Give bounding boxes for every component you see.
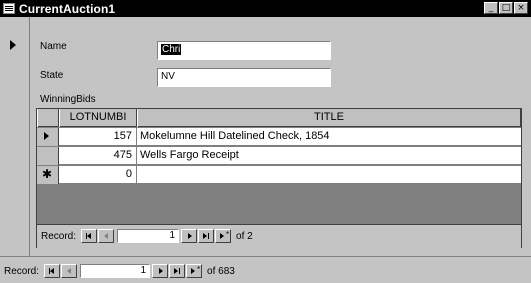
- lotnumber-cell[interactable]: 475: [59, 147, 137, 164]
- main-previous-record-button[interactable]: [61, 264, 78, 278]
- main-navigation-bar: Record: 1 * of 683: [0, 256, 531, 283]
- previous-record-button[interactable]: [98, 229, 115, 243]
- title-bar[interactable]: CurrentAuction1 _ □ ×: [0, 0, 531, 17]
- first-record-icon: [87, 233, 92, 239]
- title-cell[interactable]: Mokelumne Hill Datelined Check, 1854: [137, 128, 521, 145]
- previous-record-icon: [104, 233, 109, 239]
- grid-header: LOTNUMBI TITLE: [37, 109, 521, 127]
- window-title: CurrentAuction1: [19, 1, 116, 16]
- next-record-button[interactable]: [181, 229, 198, 243]
- form-icon[interactable]: [3, 3, 15, 14]
- subform-label: WinningBids: [40, 94, 96, 105]
- winning-bids-subform[interactable]: LOTNUMBI TITLE 157 Mokelumne Hill Dateli…: [36, 108, 522, 248]
- current-row-arrow-icon: [44, 132, 49, 140]
- next-record-icon: [188, 233, 193, 239]
- main-first-record-button[interactable]: [44, 264, 61, 278]
- name-label: Name: [40, 41, 67, 52]
- first-record-button[interactable]: [81, 229, 98, 243]
- previous-record-icon: [67, 268, 72, 274]
- new-record-button[interactable]: *: [215, 229, 232, 243]
- maximize-button[interactable]: □: [499, 2, 513, 14]
- record-selector[interactable]: [0, 17, 30, 256]
- state-field[interactable]: NV: [157, 68, 331, 87]
- lotnumber-cell[interactable]: 0: [59, 166, 137, 183]
- form-window: CurrentAuction1 _ □ × Name Chri State NV…: [0, 0, 531, 283]
- row-selector[interactable]: [37, 147, 59, 165]
- main-last-record-button[interactable]: [169, 264, 186, 278]
- new-record-icon: [191, 268, 196, 274]
- column-header-title[interactable]: TITLE: [137, 109, 521, 127]
- row-selector[interactable]: [37, 128, 59, 146]
- new-record-asterisk-icon: ✱: [42, 167, 53, 181]
- main-record-count: of 683: [207, 265, 235, 277]
- state-label: State: [40, 70, 64, 81]
- main-record-number-input[interactable]: 1: [80, 264, 151, 278]
- name-value: Chri: [161, 44, 182, 55]
- subform-record-number-input[interactable]: 1: [117, 229, 180, 243]
- subform-record-label: Record:: [41, 230, 77, 242]
- subform-record-count: of 2: [236, 230, 253, 242]
- column-header-lotnumber[interactable]: LOTNUMBI: [59, 109, 137, 127]
- table-row[interactable]: 157 Mokelumne Hill Datelined Check, 1854: [37, 128, 521, 146]
- title-cell[interactable]: [137, 166, 521, 183]
- name-field[interactable]: Chri: [157, 41, 331, 60]
- row-selector[interactable]: ✱: [37, 166, 59, 184]
- main-next-record-button[interactable]: [152, 264, 169, 278]
- last-record-button[interactable]: [198, 229, 215, 243]
- last-record-icon: [203, 233, 208, 239]
- main-record-label: Record:: [4, 265, 40, 277]
- current-record-arrow-icon: [10, 40, 16, 50]
- new-record-icon: [220, 233, 225, 239]
- first-record-icon: [50, 268, 55, 274]
- minimize-button[interactable]: _: [484, 2, 498, 14]
- select-all-cell[interactable]: [37, 109, 59, 127]
- subform-navigation-bar: Record: 1 * of 2: [37, 224, 521, 248]
- title-cell[interactable]: Wells Fargo Receipt: [137, 147, 521, 164]
- new-record-row[interactable]: ✱ 0: [37, 166, 521, 184]
- main-new-record-button[interactable]: *: [186, 264, 203, 278]
- last-record-icon: [174, 268, 179, 274]
- table-row[interactable]: 475 Wells Fargo Receipt: [37, 147, 521, 165]
- close-button[interactable]: ×: [514, 2, 528, 14]
- lotnumber-cell[interactable]: 157: [59, 128, 137, 145]
- next-record-icon: [159, 268, 164, 274]
